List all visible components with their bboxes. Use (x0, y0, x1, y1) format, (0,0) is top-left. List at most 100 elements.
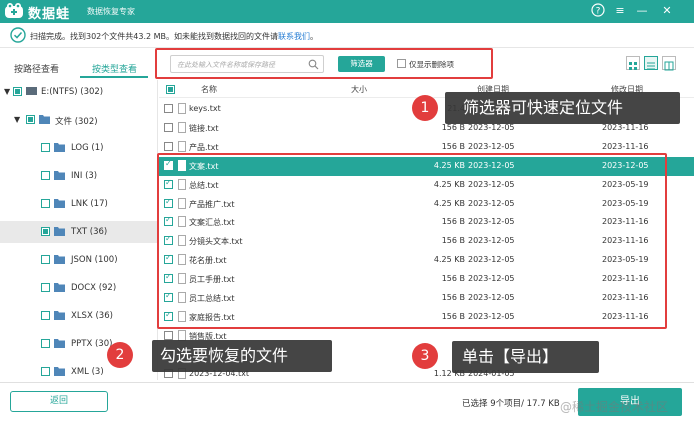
tree-checkbox[interactable] (41, 339, 50, 348)
tree-node-type[interactable]: XLSX (36) (0, 306, 157, 326)
tree-checkbox[interactable] (41, 367, 50, 376)
drive-icon (26, 87, 37, 95)
cell-created: 2023-12-05 (468, 122, 515, 132)
menu-icon[interactable]: ≡ (612, 3, 628, 19)
tree-label: E:(NTFS) (302) (41, 87, 104, 97)
tree-label: XLSX (36) (71, 311, 113, 321)
callout-number: 3 (412, 343, 438, 369)
text-file-icon (178, 140, 186, 152)
callout-export: 单击【导出】 (452, 341, 599, 373)
filter-highlight-box (155, 48, 493, 79)
tree-node-folder[interactable]: ▼ 文件 (302) (0, 110, 157, 130)
folder-icon (54, 311, 65, 320)
tree-label: 文件 (302) (55, 117, 98, 127)
cell-name: keys.txt (189, 104, 221, 113)
active-tab-indicator (80, 76, 148, 78)
tab-by-type[interactable]: 按类型查看 (92, 62, 137, 75)
file-type-tree: ▼ E:(NTFS) (302) ▼ 文件 (302) LOG (1) INI … (0, 80, 158, 380)
callout-filter: 筛选器可快速定位文件 (445, 92, 680, 124)
cell-modified: 2023-11-16 (602, 141, 649, 151)
brand-name: 数据蛙 (28, 7, 71, 22)
tree-checkbox[interactable] (41, 199, 50, 208)
scan-status-text: 扫描完成。找到302个文件共43.2 MB。如未能找到数据找回的文件请联系我们。 (30, 31, 318, 42)
cell-name: 产品.txt (189, 142, 219, 152)
tree-label: DOCX (92) (71, 283, 117, 293)
cell-size: 156 B (441, 122, 465, 132)
minimize-icon[interactable]: — (634, 3, 650, 19)
tree-node-type[interactable]: PPTX (30) (0, 334, 157, 354)
tree-checkbox[interactable] (41, 311, 50, 320)
folder-icon (54, 283, 65, 292)
folder-icon (54, 171, 65, 180)
row-checkbox[interactable] (164, 330, 173, 340)
tree-label: TXT (36) (71, 227, 108, 237)
folder-icon (54, 255, 65, 264)
column-size[interactable]: 大小 (351, 84, 367, 95)
status-message: 扫描完成。找到302个文件共43.2 MB。如未能找到数据找回的文件请 (30, 32, 279, 41)
text-file-icon (178, 121, 186, 133)
tree-node-type-selected[interactable]: TXT (36) (0, 221, 157, 243)
callout-text: 勾选要恢复的文件 (160, 346, 289, 365)
tree-node-drive[interactable]: ▼ E:(NTFS) (302) (0, 82, 157, 102)
close-icon[interactable]: ✕ (659, 3, 675, 19)
scan-status-bar: 扫描完成。找到302个文件共43.2 MB。如未能找到数据找回的文件请联系我们。 (0, 23, 694, 48)
tree-checkbox[interactable] (26, 115, 35, 124)
callout-text: 单击【导出】 (462, 347, 559, 366)
frog-logo-icon (5, 3, 23, 18)
tree-checkbox[interactable] (13, 87, 22, 96)
tree-label: LOG (1) (71, 143, 104, 153)
grid-view-icon[interactable] (626, 56, 640, 70)
title-bar: 数据蛙 数据恢复专家 ? ≡ — ✕ (0, 0, 694, 23)
row-checkbox[interactable] (164, 104, 173, 113)
detail-view-icon[interactable] (662, 56, 676, 71)
chevron-down-icon[interactable]: ▼ (4, 87, 10, 96)
status-suffix: 。 (310, 32, 319, 41)
cell-name: 链接.txt (189, 123, 219, 133)
callout-number: 1 (412, 95, 438, 121)
cell-created: 2023-12-05 (468, 141, 515, 151)
tree-label: XML (3) (71, 367, 104, 377)
view-tabs: 按路径查看 按类型查看 (0, 56, 158, 78)
scan-complete-icon (10, 27, 26, 43)
row-checkbox[interactable] (164, 122, 173, 132)
app-window: 数据蛙 数据恢复专家 ? ≡ — ✕ 扫描完成。找到302个文件共43.2 MB… (0, 0, 694, 423)
tab-by-path[interactable]: 按路径查看 (14, 62, 59, 75)
help-icon[interactable]: ? (590, 3, 606, 19)
tree-label: LNK (17) (71, 199, 108, 209)
folder-icon (54, 367, 65, 376)
folder-icon (54, 143, 65, 152)
chevron-down-icon[interactable]: ▼ (14, 115, 20, 124)
folder-icon (54, 227, 65, 236)
folder-icon (54, 199, 65, 208)
selected-count: 已选择 9个项目/ 17.7 KB (462, 399, 560, 409)
tree-checkbox[interactable] (41, 143, 50, 152)
tree-node-type[interactable]: LOG (1) (0, 138, 157, 158)
back-button[interactable]: 返回 (10, 391, 108, 412)
text-file-icon (178, 103, 186, 114)
folder-icon (54, 339, 65, 348)
svg-text:?: ? (596, 7, 601, 17)
contact-us-link[interactable]: 联系我们 (278, 32, 310, 41)
select-all-checkbox[interactable] (166, 85, 175, 94)
tree-checkbox[interactable] (41, 283, 50, 292)
tree-label: JSON (100) (71, 255, 118, 265)
tree-checkbox[interactable] (41, 227, 50, 236)
tree-node-type[interactable]: DOCX (92) (0, 278, 157, 298)
tree-node-type[interactable]: LNK (17) (0, 194, 157, 214)
tree-node-type[interactable]: INI (3) (0, 166, 157, 186)
list-view-icon[interactable] (644, 56, 658, 70)
row-checkbox[interactable] (164, 141, 173, 151)
cell-modified: 2023-11-16 (602, 122, 649, 132)
brand-subtitle: 数据恢复专家 (87, 7, 135, 16)
tree-label: INI (3) (71, 171, 98, 181)
tree-checkbox[interactable] (41, 255, 50, 264)
callout-text: 筛选器可快速定位文件 (463, 98, 624, 117)
selection-highlight-box (157, 153, 667, 329)
column-name[interactable]: 名称 (201, 84, 217, 95)
tree-checkbox[interactable] (41, 171, 50, 180)
tree-label: PPTX (30) (71, 339, 113, 349)
cell-size: 156 B (441, 141, 465, 151)
tree-node-type[interactable]: JSON (100) (0, 250, 157, 270)
watermark: @稀土掘金技术社区 (560, 400, 669, 414)
tree-node-type[interactable]: XML (3) (0, 362, 157, 382)
